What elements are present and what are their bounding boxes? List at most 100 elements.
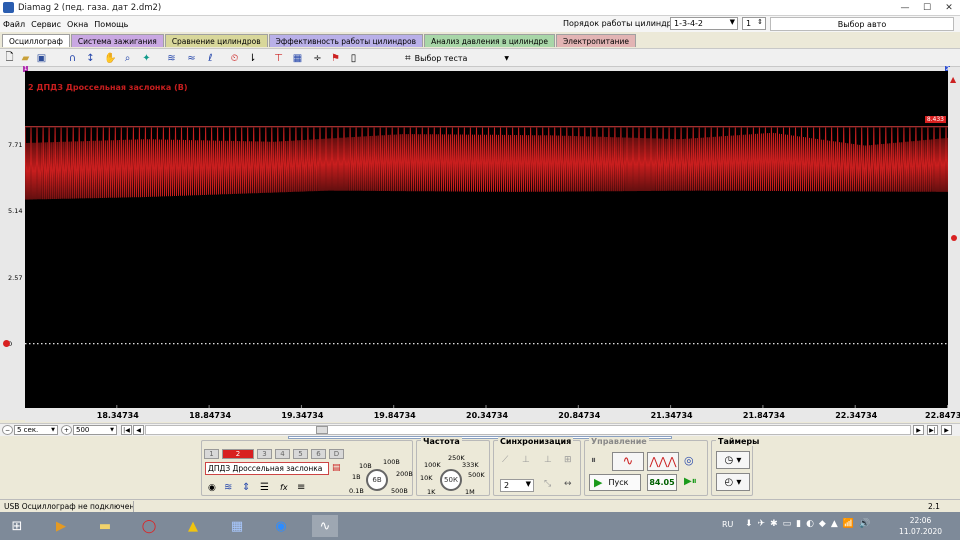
menu-file[interactable]: Файл bbox=[3, 20, 25, 29]
tab-cylinder-efficiency[interactable]: Эффективность работы цилиндров bbox=[268, 34, 424, 47]
multi-wave-icon[interactable]: ≈ bbox=[185, 52, 198, 65]
level-icon[interactable]: ⇂ bbox=[246, 52, 259, 65]
arrow-up-icon[interactable]: ▲ bbox=[950, 75, 956, 84]
split-icon[interactable]: ÷ bbox=[311, 52, 324, 65]
start-button[interactable]: ▶ Пуск bbox=[589, 474, 641, 491]
measured-value: 84.05 bbox=[647, 474, 677, 491]
menu-windows[interactable]: Окна bbox=[67, 20, 88, 29]
pulse-mode-button[interactable]: ⋀⋀⋀ bbox=[647, 452, 679, 471]
sync-fall-icon[interactable]: ⊥ bbox=[522, 455, 530, 465]
end-icon[interactable]: ▶ bbox=[941, 425, 952, 435]
scale-icon[interactable]: ↕ bbox=[84, 52, 97, 65]
zero-marker-icon[interactable] bbox=[3, 340, 10, 347]
channel-button-6[interactable]: 6 bbox=[311, 449, 326, 459]
sync-shift-icon[interactable]: ↔ bbox=[564, 479, 572, 489]
tab-power-supply[interactable]: Электропитание bbox=[555, 34, 636, 47]
tab-cylinder-compare[interactable]: Сравнение цилиндров bbox=[164, 34, 268, 47]
x-tick-label: 19.34734 bbox=[281, 411, 324, 420]
volt-knob[interactable]: 6В bbox=[366, 469, 388, 491]
file-explorer-icon[interactable]: ▬ bbox=[92, 515, 118, 537]
timer2-button[interactable]: ◴ ▾ bbox=[716, 473, 750, 491]
lines-icon[interactable]: ☰ bbox=[260, 482, 269, 493]
tray-icons[interactable]: ⬇✈✱▭▮◐◆▲📶🔊 bbox=[745, 519, 875, 529]
sync-auto-icon[interactable]: ⊞ bbox=[564, 455, 572, 465]
grid-icon[interactable]: ▦ bbox=[291, 52, 304, 65]
points-select[interactable]: 500 ▼ bbox=[73, 425, 117, 435]
cursor-icon[interactable]: ⊤ bbox=[272, 52, 285, 65]
spring-icon[interactable]: ℓ bbox=[204, 52, 217, 65]
open-folder-icon[interactable]: ▰ bbox=[19, 52, 32, 65]
diamag-task-icon[interactable]: ∿ bbox=[312, 515, 338, 537]
menu-help[interactable]: Помощь bbox=[94, 20, 128, 29]
oscilloscope-screen[interactable]: 2 ДПДЗ Дроссельная заслонка (В) 8.433 bbox=[25, 71, 948, 408]
sync-pulse-icon[interactable]: ⊥ bbox=[544, 455, 552, 465]
horizontal-scrollbar[interactable] bbox=[145, 425, 911, 435]
auto-play-icon[interactable]: ▶⏸ bbox=[684, 476, 697, 487]
level-lines-icon[interactable]: ≡ bbox=[297, 482, 305, 493]
curve-icon[interactable]: ∩ bbox=[66, 52, 79, 65]
maximize-button[interactable]: ☐ bbox=[916, 0, 938, 16]
auto-select-button[interactable]: Выбор авто bbox=[770, 17, 954, 31]
channel-button-d[interactable]: D bbox=[329, 449, 344, 459]
next-icon[interactable]: ▶ bbox=[913, 425, 924, 435]
sensor-icon[interactable]: ◎ bbox=[684, 454, 694, 467]
hand-icon[interactable]: ✋ bbox=[104, 52, 117, 65]
channel-name-field[interactable]: ДПДЗ Дроссельная заслонка bbox=[205, 462, 329, 475]
zoom-in-icon[interactable]: + bbox=[61, 425, 72, 435]
channel-button-5[interactable]: 5 bbox=[293, 449, 308, 459]
level-handle-icon[interactable] bbox=[951, 235, 957, 241]
zoom-out-icon[interactable]: − bbox=[2, 425, 13, 435]
flag-icon[interactable]: ⚑ bbox=[329, 52, 342, 65]
filter-icon[interactable]: ✦ bbox=[140, 52, 153, 65]
menu-service[interactable]: Сервис bbox=[31, 20, 61, 29]
sine-mode-button[interactable]: ∿ bbox=[612, 452, 644, 471]
clock-time: 22:06 bbox=[909, 516, 932, 525]
timer-icon[interactable]: ⏲ bbox=[228, 52, 241, 65]
pause-icon[interactable]: ⏸ bbox=[591, 455, 596, 466]
wave-icon[interactable]: ≋ bbox=[165, 52, 178, 65]
close-button[interactable]: ✕ bbox=[938, 0, 960, 16]
last-page-icon[interactable]: ▶| bbox=[927, 425, 938, 435]
tab-oscilloscope[interactable]: Осциллограф bbox=[2, 34, 70, 47]
channel-button-1[interactable]: 1 bbox=[204, 449, 219, 459]
scrollbar-thumb[interactable] bbox=[316, 426, 328, 434]
language-indicator[interactable]: RU bbox=[722, 520, 733, 529]
opera-icon[interactable]: ◯ bbox=[136, 515, 162, 537]
function-icon[interactable]: fx bbox=[280, 483, 288, 492]
first-page-icon[interactable]: |◀ bbox=[121, 425, 132, 435]
zoom-icon[interactable]: ⌕ bbox=[121, 52, 134, 65]
wave-small-icon[interactable]: ≋ bbox=[224, 482, 232, 493]
sync-move-icon[interactable]: ⤡ bbox=[544, 479, 551, 489]
frequency-knob[interactable]: 50К bbox=[440, 469, 462, 491]
start-menu-icon[interactable]: ⊞ bbox=[4, 515, 30, 537]
time-div-select[interactable]: 5 сек. ▼ bbox=[14, 425, 58, 435]
cylinder-number-stepper[interactable]: 1 ⇕ bbox=[742, 17, 766, 30]
sync-rise-icon[interactable]: ⟋ bbox=[502, 455, 508, 465]
minimize-button[interactable]: — bbox=[894, 0, 916, 16]
vertical-arrows-icon[interactable]: ⇕ bbox=[242, 482, 250, 493]
probe-icon[interactable]: ◉ bbox=[208, 483, 216, 493]
sync-channel-select[interactable]: 2 ▼ bbox=[500, 479, 534, 492]
y-tick-label: 2.57 bbox=[8, 273, 23, 282]
prev-icon[interactable]: ◀ bbox=[133, 425, 144, 435]
zoom-app-icon[interactable]: ◉ bbox=[268, 515, 294, 537]
clock[interactable]: 22:06 11.07.2020 bbox=[899, 515, 942, 537]
timer1-button[interactable]: ◷ ▾ bbox=[716, 451, 750, 469]
channel-button-3[interactable]: 3 bbox=[257, 449, 272, 459]
x-tick-label: 18.34734 bbox=[96, 411, 139, 420]
save-icon[interactable]: ▣ bbox=[35, 52, 48, 65]
new-file-icon[interactable]: 🗋 bbox=[3, 52, 16, 65]
media-player-icon[interactable]: ▶ bbox=[48, 515, 74, 537]
channel-button-4[interactable]: 4 bbox=[275, 449, 290, 459]
cylinder-order-select[interactable]: 1-3-4-2 ▼ bbox=[670, 17, 738, 30]
aimp-icon[interactable]: ▲ bbox=[180, 515, 206, 537]
calculator-icon[interactable]: ▦ bbox=[224, 515, 250, 537]
tab-ignition[interactable]: Система зажигания bbox=[70, 34, 164, 47]
channel-settings-icon[interactable]: ▤ bbox=[332, 463, 341, 473]
freq-label: 1K bbox=[427, 488, 436, 496]
test-select[interactable]: ⌗ Выбор теста ▼ bbox=[405, 51, 515, 65]
document-icon[interactable]: ▯ bbox=[347, 52, 360, 65]
channel-button-2[interactable]: 2 bbox=[222, 449, 254, 459]
clock-date: 11.07.2020 bbox=[899, 527, 942, 536]
tab-pressure-analysis[interactable]: Анализ давления в цилиндре bbox=[424, 34, 555, 47]
